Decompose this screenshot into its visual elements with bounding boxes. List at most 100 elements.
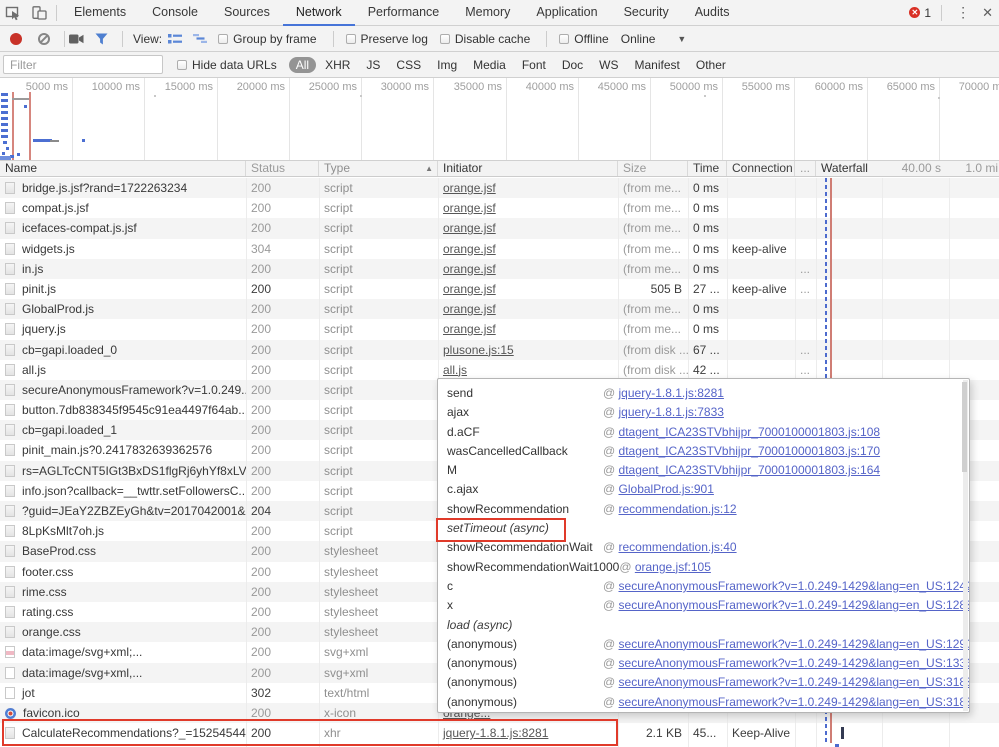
filter-pill[interactable]: JS — [359, 57, 387, 73]
stack-frame-source-link[interactable]: jquery-1.8.1.js:7833 — [619, 405, 724, 419]
scrollbar-thumb[interactable] — [962, 382, 967, 472]
file-type-icon — [5, 545, 15, 557]
filter-pill[interactable]: CSS — [389, 57, 428, 73]
panel-tab[interactable]: Performance — [355, 0, 453, 26]
stack-frame-source-link[interactable]: secureAnonymousFramework?v=1.0.249-1429&… — [619, 675, 970, 689]
filter-pill[interactable]: All — [289, 57, 316, 73]
stack-frame-source-link[interactable]: secureAnonymousFramework?v=1.0.249-1429&… — [619, 656, 970, 670]
filter-pill[interactable]: Media — [466, 57, 513, 73]
overview-view-icon[interactable] — [193, 33, 208, 44]
filter-pill[interactable]: Other — [689, 57, 733, 73]
panel-tab[interactable]: Console — [139, 0, 211, 26]
network-request-row[interactable]: widgets.js 304 script orange.jsf (from m… — [0, 239, 999, 259]
panel-tab[interactable]: Application — [523, 0, 610, 26]
initiator-link[interactable]: all.js — [443, 363, 467, 377]
record-button[interactable] — [10, 33, 22, 45]
network-request-row[interactable]: compat.js.jsf 200 script orange.jsf (fro… — [0, 198, 999, 218]
stack-frame-row: M@ dtagent_ICA23STVbhijpr_7000100001803.… — [438, 461, 969, 480]
filter-pill[interactable]: XHR — [318, 57, 357, 73]
stack-frame-source-link[interactable]: recommendation.js:12 — [619, 502, 737, 516]
disable-cache-checkbox[interactable]: Disable cache — [440, 32, 530, 46]
error-count-badge[interactable]: ✕ 1 — [909, 6, 931, 20]
stack-frame-source-link[interactable]: dtagent_ICA23STVbhijpr_7000100001803.js:… — [619, 425, 881, 439]
initiator-link[interactable]: orange.jsf — [443, 242, 496, 256]
offline-checkbox[interactable]: Offline — [559, 32, 608, 46]
stack-frame-source-link[interactable]: secureAnonymousFramework?v=1.0.249-1429&… — [619, 598, 970, 612]
large-rows-view-icon[interactable] — [168, 33, 183, 45]
panel-tab[interactable]: Network — [283, 0, 355, 26]
throttling-select[interactable]: Online — [621, 32, 656, 46]
stack-frame-source-link[interactable]: dtagent_ICA23STVbhijpr_7000100001803.js:… — [619, 444, 881, 458]
stack-frame-source-link[interactable]: orange.jsf:105 — [635, 560, 711, 574]
filter-funnel-icon[interactable] — [95, 33, 108, 45]
file-type-icon — [5, 525, 15, 537]
close-icon[interactable]: ✕ — [980, 5, 995, 21]
initiator-link[interactable]: orange.jsf — [443, 282, 496, 296]
network-overview-timeline[interactable]: 5000 ms10000 ms15000 ms20000 ms25000 ms3… — [0, 78, 999, 161]
file-type-icon — [5, 444, 15, 456]
request-status-cell: 200 — [246, 663, 319, 683]
network-request-row[interactable]: cb=gapi.loaded_0 200 script plusone.js:1… — [0, 340, 999, 360]
column-header-more[interactable]: ... — [795, 161, 816, 176]
device-toolbar-icon[interactable] — [26, 0, 52, 25]
more-options-icon[interactable]: ⋮ — [952, 4, 974, 21]
column-header-status[interactable]: Status — [246, 161, 319, 176]
panel-tab[interactable]: Security — [611, 0, 682, 26]
network-request-row[interactable]: all.js 200 script all.js (from disk ... … — [0, 360, 999, 380]
panel-tab[interactable]: Elements — [61, 0, 139, 26]
column-header-connection[interactable]: Connection — [727, 161, 795, 176]
initiator-link[interactable]: orange.jsf — [443, 302, 496, 316]
hide-data-urls-checkbox[interactable]: Hide data URLs — [177, 58, 277, 72]
initiator-link[interactable]: orange.jsf — [443, 262, 496, 276]
inspect-element-icon[interactable] — [0, 0, 26, 25]
group-by-frame-checkbox[interactable]: Group by frame — [218, 32, 316, 46]
request-connection-cell — [727, 360, 795, 380]
network-request-row[interactable]: jquery.js 200 script orange.jsf (from me… — [0, 319, 999, 339]
overview-activity-mark — [154, 95, 156, 97]
network-request-row[interactable]: bridge.js.jsf?rand=1722263234 200 script… — [0, 178, 999, 198]
clear-button[interactable] — [38, 33, 50, 45]
filter-pill[interactable]: Doc — [555, 57, 590, 73]
stack-frame-source-link[interactable]: jquery-1.8.1.js:8281 — [619, 386, 724, 400]
popup-scrollbar[interactable] — [963, 380, 968, 711]
initiator-link[interactable]: orange.jsf — [443, 181, 496, 195]
column-header-initiator[interactable]: Initiator — [438, 161, 618, 176]
panel-tab[interactable]: Memory — [452, 0, 523, 26]
filter-pill[interactable]: Img — [430, 57, 464, 73]
column-header-type[interactable]: Type▲ — [319, 161, 438, 176]
stack-frame-source-link[interactable]: recommendation.js:40 — [619, 540, 737, 554]
column-header-size[interactable]: Size — [618, 161, 688, 176]
column-header-name[interactable]: Name — [0, 161, 246, 176]
request-name-cell: data:image/svg+xml;... — [0, 642, 246, 662]
initiator-link[interactable]: orange.jsf — [443, 221, 496, 235]
filter-input[interactable] — [3, 55, 163, 74]
filter-pill[interactable]: WS — [592, 57, 625, 73]
initiator-link[interactable]: orange.jsf — [443, 201, 496, 215]
stack-frame-function: showRecommendationWait1000 — [447, 558, 619, 577]
filter-pill[interactable]: Font — [515, 57, 553, 73]
network-request-row[interactable]: GlobalProd.js 200 script orange.jsf (fro… — [0, 299, 999, 319]
panel-tab[interactable]: Audits — [682, 0, 743, 26]
initiator-link[interactable]: plusone.js:15 — [443, 343, 514, 357]
column-header-waterfall[interactable]: Waterfall 40.00 s 1.0 mi — [816, 161, 999, 176]
filter-pill[interactable]: Manifest — [628, 57, 687, 73]
preserve-log-checkbox[interactable]: Preserve log — [346, 32, 428, 46]
stack-frame-source-link[interactable]: secureAnonymousFramework?v=1.0.249-1429&… — [619, 579, 970, 593]
network-request-row[interactable]: in.js 200 script orange.jsf (from me... … — [0, 259, 999, 279]
request-more-cell — [795, 319, 816, 339]
hide-data-urls-label: Hide data URLs — [192, 58, 277, 72]
column-header-time[interactable]: Time — [688, 161, 727, 176]
network-request-row[interactable]: icefaces-compat.js.jsf 200 script orange… — [0, 218, 999, 238]
initiator-link[interactable]: orange.jsf — [443, 322, 496, 336]
panel-tab[interactable]: Sources — [211, 0, 283, 26]
network-request-row[interactable]: pinit.js 200 script orange.jsf 505 B 27 … — [0, 279, 999, 299]
stack-frame-source-link[interactable]: secureAnonymousFramework?v=1.0.249-1429&… — [619, 637, 970, 651]
stack-frame-source-link[interactable]: secureAnonymousFramework?v=1.0.249-1429&… — [619, 695, 970, 709]
request-waterfall-cell — [816, 319, 999, 339]
stack-frame-source-link[interactable]: dtagent_ICA23STVbhijpr_7000100001803.js:… — [619, 463, 881, 477]
stack-frame-source-link[interactable]: GlobalProd.js:901 — [619, 482, 714, 496]
request-type-cell: text/html — [319, 683, 438, 703]
screenshot-capture-icon[interactable] — [69, 33, 85, 45]
chevron-down-icon[interactable]: ▼ — [677, 34, 686, 44]
request-type-cell: script — [319, 400, 438, 420]
